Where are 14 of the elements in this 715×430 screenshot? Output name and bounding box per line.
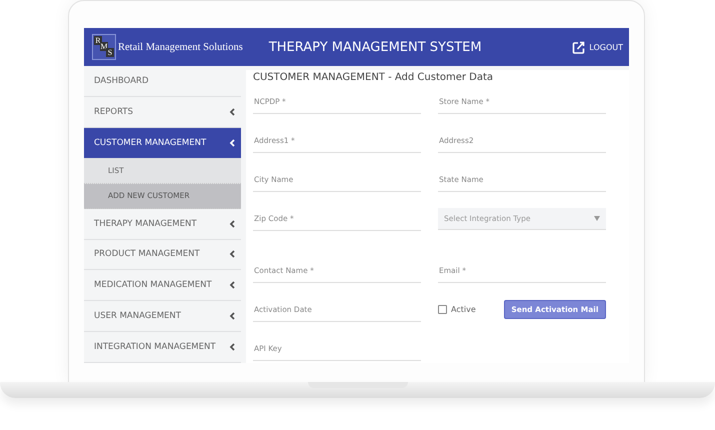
caret-icon — [594, 216, 600, 221]
sidebar-item[interactable]: CUSTOMER MANAGEMENT — [84, 128, 241, 159]
logout-icon — [572, 40, 586, 54]
app-title: THERAPY MANAGEMENT SYSTEM — [268, 40, 483, 54]
sidebar-item[interactable]: THERAPY MANAGEMENT — [84, 208, 241, 240]
logo-text: Retail Management Solutions — [118, 42, 243, 52]
sidebar-item[interactable]: USER MANAGEMENT — [84, 301, 241, 332]
sidebar-item[interactable]: DASHBOARD — [84, 66, 241, 97]
active-checkbox[interactable]: Active — [438, 304, 476, 314]
sidebar-item[interactable]: PRODUCT MANAGEMENT — [84, 240, 241, 270]
form-title: CUSTOMER MANAGEMENT - Add Customer Data — [253, 72, 494, 83]
sidebar-item[interactable]: INTEGRATION MANAGEMENT — [84, 332, 241, 363]
sidebar-item[interactable]: MEDICATION MANAGEMENT — [84, 270, 241, 302]
logout-button[interactable]: LOGOUT — [572, 40, 623, 54]
